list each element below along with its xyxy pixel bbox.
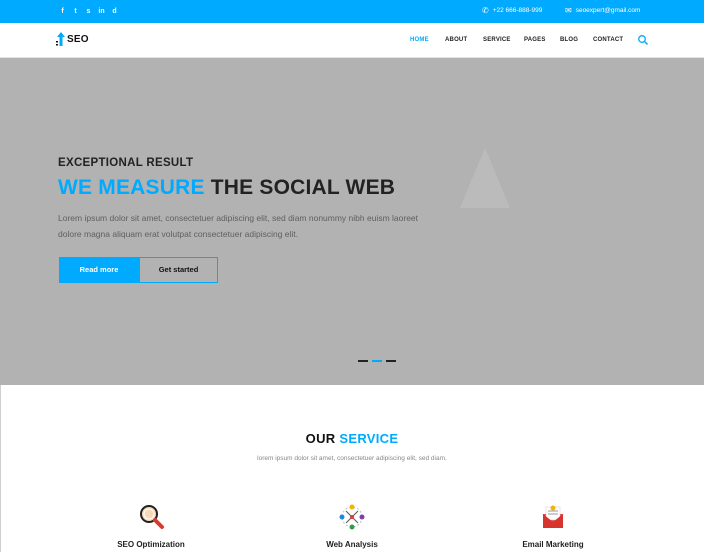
hero-description: Lorem ipsum dolor sit amet, consectetuer… xyxy=(58,213,419,239)
nav-service[interactable]: SERVICE xyxy=(483,37,511,43)
search-icon[interactable] xyxy=(637,34,649,46)
nav-about[interactable]: ABOUT xyxy=(445,37,467,43)
magnifier-icon xyxy=(140,505,164,529)
phone-contact[interactable]: ✆ +22 666-888-999 xyxy=(482,6,542,16)
email-envelope-icon xyxy=(543,505,563,528)
email-address: seoexpert@gmail.com xyxy=(575,7,641,14)
phone-number: +22 666-888-999 xyxy=(492,7,543,14)
top-bar: f t s in d ✆ +22 666-888-999 ✉ seoexpert… xyxy=(0,0,704,23)
analysis-network-icon xyxy=(339,504,365,530)
hero-eyebrow: EXCEPTIONAL RESULT xyxy=(58,157,194,169)
logo-arrow-icon xyxy=(56,32,65,46)
services-title-prefix: OUR xyxy=(305,431,340,446)
service-name: Web Analysis xyxy=(326,540,378,549)
main-navbar: SEO HOME ABOUT SERVICE PAGES BLOG CONTAC… xyxy=(0,23,704,58)
nav-contact[interactable]: CONTACT xyxy=(593,37,623,43)
slider-dot-1[interactable] xyxy=(358,360,368,362)
services-title: OUR SERVICE xyxy=(0,431,704,446)
services-title-highlight: SERVICE xyxy=(339,431,399,446)
get-started-button[interactable]: Get started xyxy=(139,257,218,283)
envelope-icon: ✉ xyxy=(565,6,572,15)
service-card-seo[interactable]: SEO Optimization xyxy=(91,502,211,549)
nav-pages[interactable]: PAGES xyxy=(524,37,546,43)
email-contact[interactable]: ✉ seoexpert@gmail.com xyxy=(565,6,640,16)
slider-dot-3[interactable] xyxy=(386,360,396,362)
phone-icon: ✆ xyxy=(482,6,489,15)
hero-slider: EXCEPTIONAL RESULT WE MEASURE THE SOCIAL… xyxy=(0,58,704,385)
linkedin-icon[interactable]: in xyxy=(98,7,105,16)
nav-home[interactable]: HOME xyxy=(410,37,429,43)
services-subtitle: lorem ipsum dolor sit amet, consectetuer… xyxy=(257,455,447,462)
slider-dot-2[interactable] xyxy=(372,360,382,362)
social-links: f t s in d xyxy=(59,7,118,16)
background-decoration xyxy=(460,148,510,208)
nav-blog[interactable]: BLOG xyxy=(560,37,578,43)
service-name: SEO Optimization xyxy=(117,540,185,549)
hero-title-rest: THE SOCIAL WEB xyxy=(204,176,396,199)
hero-title-highlight: WE MEASURE xyxy=(58,176,205,199)
service-name: Email Marketing xyxy=(522,540,584,549)
logo-text: SEO xyxy=(67,33,89,45)
dribbble-icon[interactable]: d xyxy=(111,7,118,16)
service-card-web-analysis[interactable]: Web Analysis xyxy=(292,502,412,549)
site-logo[interactable]: SEO xyxy=(56,31,89,47)
twitter-icon[interactable]: t xyxy=(72,7,79,16)
facebook-icon[interactable]: f xyxy=(59,7,66,16)
read-more-button[interactable]: Read more xyxy=(59,257,139,283)
service-card-email-marketing[interactable]: Email Marketing xyxy=(493,502,613,549)
hero-title: WE MEASURE THE SOCIAL WEB xyxy=(58,176,395,200)
skype-icon[interactable]: s xyxy=(85,7,92,16)
